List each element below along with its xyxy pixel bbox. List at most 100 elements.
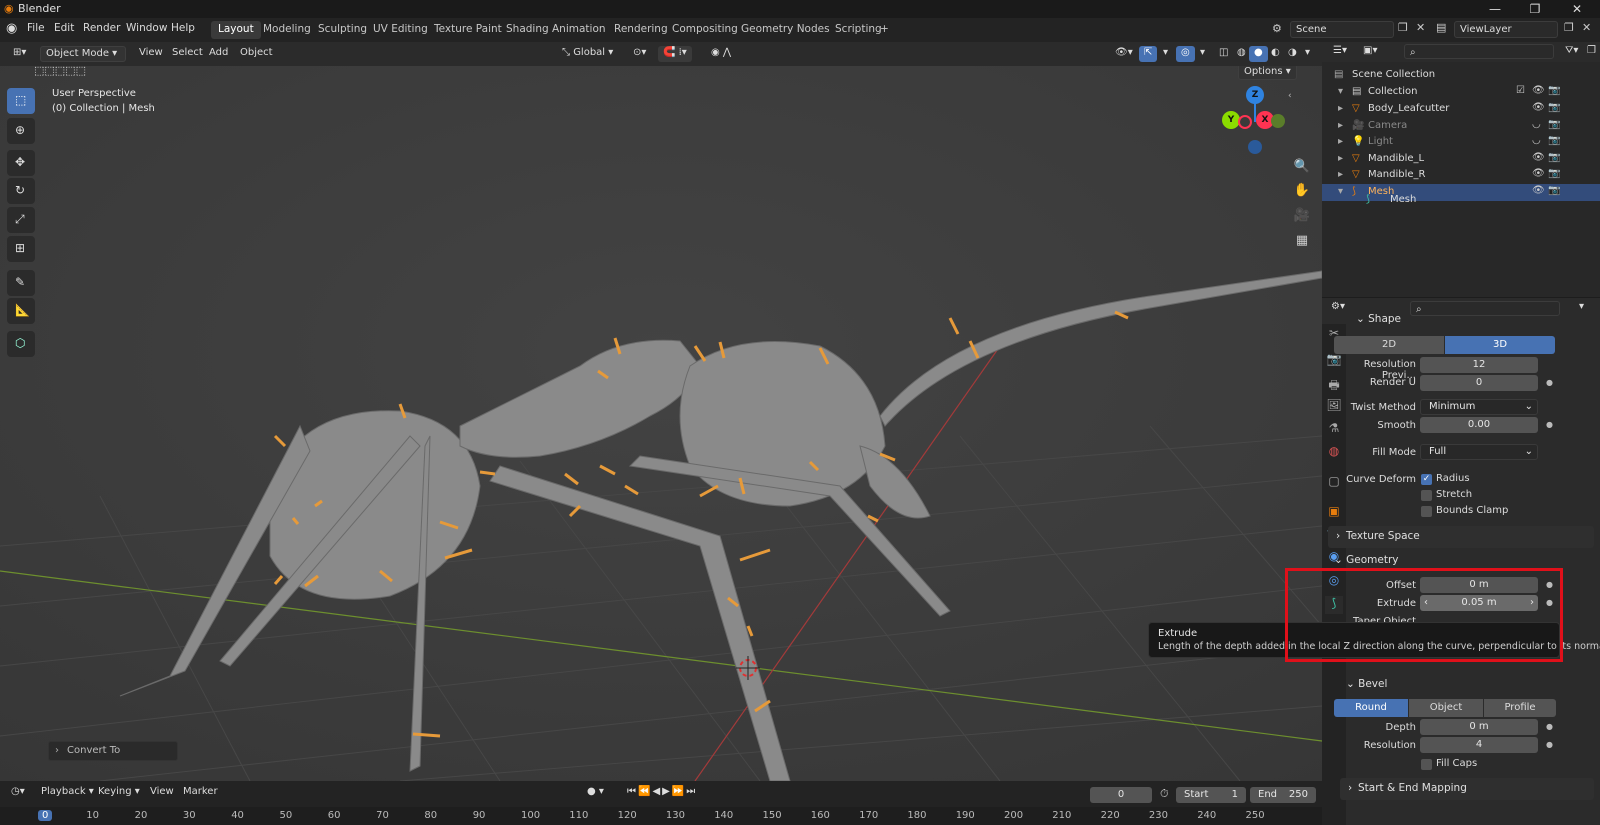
geometry-section-header[interactable]: ⌄ Geometry [1334,554,1399,566]
rendered-shading-icon[interactable]: ◑ [1283,46,1302,62]
gizmo-dropdown-icon[interactable]: ▾ [1158,46,1173,62]
eye-icon[interactable]: ◡ [1532,119,1541,130]
menu-view[interactable]: View [134,46,168,62]
tab-texture-paint[interactable]: Texture Paint [427,21,509,39]
outliner-collection[interactable]: ▾ ▤ Collection ☑ 👁 📷 [1322,84,1600,101]
tab-sculpting[interactable]: Sculpting [311,21,374,39]
outliner-search-input[interactable]: ⌕ [1404,44,1554,59]
bounds-clamp-checkbox[interactable] [1421,506,1432,517]
delete-view-layer-icon[interactable]: ✕ [1582,21,1591,34]
new-scene-icon[interactable]: ❐ [1398,21,1408,34]
gizmo-neg-x[interactable] [1238,115,1252,129]
add-cube-tool-icon[interactable]: ⬡ [7,331,35,357]
collapse-arrow-icon[interactable]: ▸ [1338,136,1343,147]
keyframe-dot-icon[interactable]: ● [1546,722,1553,731]
tab-layout[interactable]: Layout [211,21,261,39]
zoom-icon[interactable]: 🔍 [1291,156,1313,178]
stopwatch-icon[interactable]: ⏱ [1160,787,1169,801]
filter-icon[interactable]: ⛛▾ [1560,44,1583,60]
eye-icon[interactable]: 👁 [1532,168,1545,179]
current-frame-field[interactable]: 0 [1090,787,1152,803]
maximize-button[interactable]: ❐ [1520,0,1550,18]
new-collection-icon[interactable]: ❐ [1582,44,1600,60]
menu-render[interactable]: Render [83,22,120,34]
outliner-item[interactable]: ▸ ▽ Body_Leafcutter 👁 📷 [1322,101,1600,118]
collapse-arrow-icon[interactable]: ▸ [1338,153,1343,164]
scale-tool-icon[interactable]: ⤢ [7,207,35,233]
twist-method-dropdown[interactable]: Minimum ⌄ [1420,399,1538,415]
menu-edit[interactable]: Edit [54,22,74,34]
outliner-item[interactable]: ▸ 🎥 Camera ◡ 📷 [1322,118,1600,135]
camera-view-icon[interactable]: 🎥 [1291,205,1313,227]
visibility-icon[interactable]: 👁▾ [1110,46,1138,62]
tab-modeling[interactable]: Modeling [256,21,318,39]
playback-menu[interactable]: Playback ▾ [36,785,99,801]
current-frame-marker[interactable]: 0 [38,810,53,821]
collapse-arrow-icon[interactable]: ▸ [1338,169,1343,180]
render-u-field[interactable]: 0 [1420,375,1538,391]
camera-render-icon[interactable]: 📷 [1548,102,1560,113]
properties-editor-type-icon[interactable]: ⚙▾ [1326,300,1350,316]
transform-tool-icon[interactable]: ⊞ [7,236,35,262]
last-operator-panel[interactable]: › Convert To [48,741,178,761]
depth-field[interactable]: 0 m [1420,719,1538,735]
blender-menu-icon[interactable]: ◉ [6,21,17,36]
snap-icon[interactable]: 🧲 ⁞▾ [658,46,692,62]
collection-tab-icon[interactable]: ▢ [1325,474,1343,492]
shading-dropdown-icon[interactable]: ▾ [1300,46,1315,62]
keyframe-dot-icon[interactable]: ● [1546,378,1553,387]
transform-orientation-dropdown[interactable]: ⤡ Global ▾ [557,46,621,62]
minimize-button[interactable]: — [1480,0,1510,18]
output-tab-icon[interactable]: 🖶 [1325,376,1343,394]
wireframe-shading-icon[interactable]: ◍ [1232,46,1251,62]
outliner-item[interactable]: ▸ ▽ Mandible_L 👁 📷 [1322,151,1600,168]
start-end-mapping-section-header[interactable]: › Start & End Mapping [1340,778,1594,800]
menu-add[interactable]: Add [204,46,233,62]
view-layer-icon[interactable]: ▤ [1436,21,1446,34]
ortho-grid-icon[interactable]: ▦ [1291,230,1313,252]
collapse-arrow-icon[interactable]: ▸ [1338,103,1343,114]
view-layer-tab-icon[interactable]: 🖼 [1325,398,1343,416]
3d-viewport[interactable]: ⬚⬚⬚⬚⬚ ⬚ ⊕ ✥ ↻ ⤢ ⊞ ✎ 📐 ⬡ User Perspective… [0,66,1322,781]
eye-icon[interactable]: 👁 [1532,152,1545,163]
menu-select[interactable]: Select [167,46,208,62]
end-frame-field[interactable]: End 250 [1250,787,1316,803]
outliner-editor-type-icon[interactable]: ☰▾ [1328,44,1352,60]
scene-icon[interactable]: ⚙ [1272,22,1282,35]
fill-caps-checkbox[interactable] [1421,759,1432,770]
measure-tool-icon[interactable]: 📐 [7,298,35,324]
bevel-round-button[interactable]: Round [1334,699,1408,717]
camera-render-icon[interactable]: 📷 [1548,168,1560,179]
object-tab-icon[interactable]: ▣ [1325,504,1343,522]
xray-icon[interactable]: ◫ [1214,46,1233,62]
dim-3d-button[interactable]: 3D [1445,336,1555,354]
gizmo-neg-y[interactable] [1271,114,1285,128]
stretch-checkbox[interactable] [1421,490,1432,501]
material-shading-icon[interactable]: ◐ [1266,46,1285,62]
outliner-scene-collection[interactable]: ▤ Scene Collection [1322,67,1600,84]
viewport-canvas[interactable] [0,66,1322,781]
menu-window[interactable]: Window [126,22,167,34]
properties-options-icon[interactable]: ▾ [1574,300,1589,316]
camera-render-icon[interactable]: 📷 [1548,85,1560,96]
move-tool-icon[interactable]: ✥ [7,150,35,176]
bevel-object-button[interactable]: Object [1409,699,1483,717]
tab-uv-editing[interactable]: UV Editing [366,21,435,39]
timeline-view-menu[interactable]: View [145,785,179,801]
tab-animation[interactable]: Animation [545,21,613,39]
gizmo-neg-z[interactable] [1248,140,1262,154]
bevel-profile-button[interactable]: Profile [1484,699,1556,717]
timeline-editor-type-icon[interactable]: ◷▾ [6,785,30,801]
pan-hand-icon[interactable]: ✋ [1291,180,1313,202]
fill-mode-dropdown[interactable]: Full ⌄ [1420,444,1538,460]
resolution-preview-field[interactable]: 12 [1420,357,1538,373]
eye-icon[interactable]: 👁 [1532,85,1545,96]
world-tab-icon[interactable]: ◍ [1325,444,1343,462]
gizmo-toggle-icon[interactable]: ⇱ [1139,46,1158,62]
select-tool-icon[interactable]: ⬚ [7,88,35,114]
camera-render-icon[interactable]: 📷 [1548,119,1560,130]
sidebar-toggle-icon[interactable]: ‹ [1288,91,1292,101]
texture-space-section-header[interactable]: › Texture Space [1328,526,1594,548]
solid-shading-icon[interactable]: ● [1249,46,1268,62]
pivot-icon[interactable]: ⊙▾ [628,46,651,62]
